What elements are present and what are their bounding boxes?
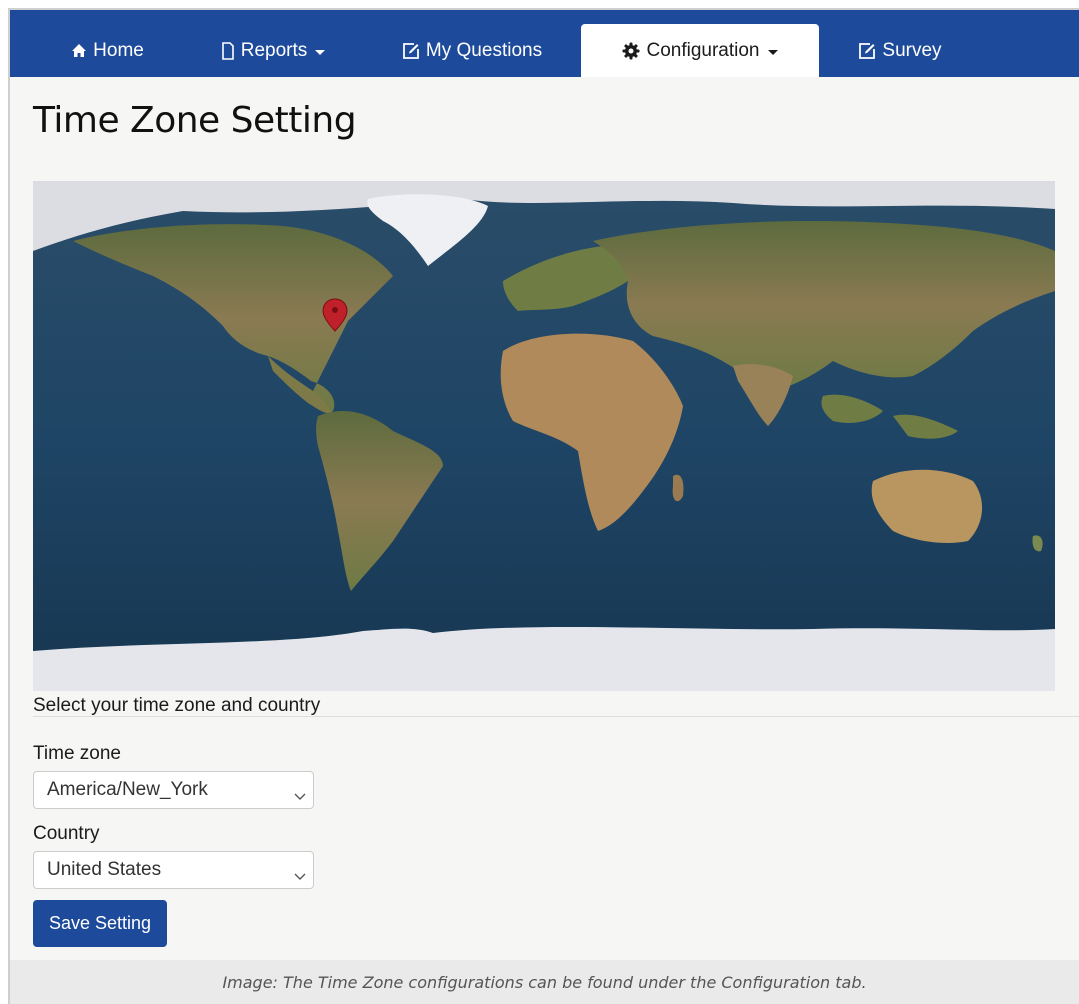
world-map[interactable] bbox=[33, 181, 1055, 691]
edit-icon bbox=[858, 42, 876, 60]
country-select-value: United States bbox=[47, 859, 162, 880]
chevron-down-icon bbox=[315, 49, 326, 55]
timezone-select[interactable]: America/New_York bbox=[33, 771, 314, 809]
edit-icon bbox=[402, 42, 420, 60]
timezone-select-value: America/New_York bbox=[47, 779, 208, 800]
nav-my-questions-label: My Questions bbox=[425, 39, 543, 61]
page-title: Time Zone Setting bbox=[33, 100, 357, 141]
instruction-text: Select your time zone and country bbox=[33, 695, 321, 716]
country-label: Country bbox=[33, 823, 100, 844]
tab-configuration-label: Configuration bbox=[646, 39, 760, 61]
country-select[interactable]: United States bbox=[33, 851, 314, 889]
file-icon bbox=[221, 41, 235, 60]
gear-icon bbox=[622, 42, 640, 60]
nav-survey[interactable]: Survey bbox=[840, 24, 960, 77]
chevron-down-icon bbox=[294, 865, 306, 887]
timezone-label: Time zone bbox=[33, 743, 121, 764]
app-frame: Home Reports My Questions Configuration … bbox=[8, 8, 1079, 960]
image-caption: Image: The Time Zone configurations can … bbox=[8, 960, 1079, 1004]
chevron-down-icon bbox=[767, 49, 778, 55]
nav-home-label: Home bbox=[93, 39, 144, 61]
nav-reports[interactable]: Reports bbox=[203, 24, 343, 77]
divider bbox=[33, 716, 1079, 717]
caption-text: Image: The Time Zone configurations can … bbox=[222, 972, 867, 992]
nav-survey-label: Survey bbox=[882, 39, 942, 61]
nav-my-questions[interactable]: My Questions bbox=[382, 24, 562, 77]
tab-configuration[interactable]: Configuration bbox=[581, 24, 819, 77]
nav-home[interactable]: Home bbox=[50, 24, 165, 77]
save-setting-button[interactable]: Save Setting bbox=[33, 900, 167, 947]
chevron-down-icon bbox=[294, 785, 306, 807]
top-navbar: Home Reports My Questions Configuration … bbox=[10, 10, 1079, 77]
home-icon bbox=[71, 43, 87, 58]
nav-reports-label: Reports bbox=[240, 39, 308, 61]
